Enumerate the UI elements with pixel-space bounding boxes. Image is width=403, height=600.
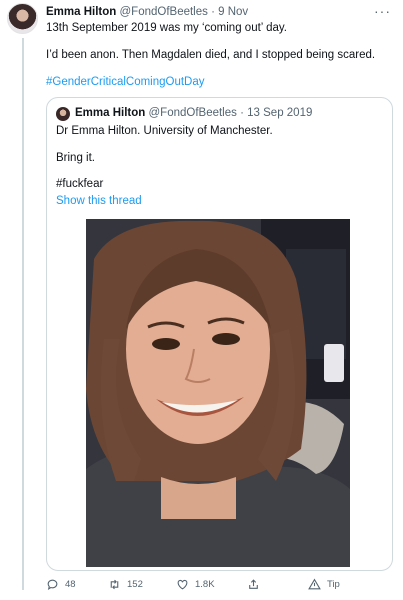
quoted-tweet-header: Emma Hilton @FondOfBeetles · 13 Sep 2019 xyxy=(75,107,312,119)
more-options-button[interactable]: ··· xyxy=(374,3,391,19)
tweet-header: Emma Hilton @FondOfBeetles · 9 Nov xyxy=(46,6,248,18)
quoted-author-handle: @FondOfBeetles xyxy=(148,107,237,119)
share-icon xyxy=(249,579,258,589)
tweet-photo[interactable] xyxy=(86,219,350,567)
quoted-tweet[interactable]: Emma Hilton @FondOfBeetles · 13 Sep 2019… xyxy=(46,97,393,571)
like-count: 1.8K xyxy=(195,579,215,590)
quoted-date: 13 Sep 2019 xyxy=(247,107,313,119)
quoted-date-separator: · xyxy=(240,107,244,119)
tip-label: Tip xyxy=(327,579,340,590)
author-avatar[interactable] xyxy=(7,3,38,34)
tweet-text-line-1: 13th September 2019 was my ‘coming out’ … xyxy=(46,22,287,34)
quoted-author-avatar xyxy=(56,107,70,121)
quoted-text-line-2: Bring it. xyxy=(56,152,95,164)
tweet-text-line-2: I’d been anon. Then Magdalen died, and I… xyxy=(46,49,376,61)
reply-icon xyxy=(47,579,58,590)
show-thread-link[interactable]: Show this thread xyxy=(56,195,142,207)
hashtag-link[interactable]: #GenderCriticalComingOutDay xyxy=(46,76,205,88)
quoted-author-name: Emma Hilton xyxy=(75,107,146,119)
share-button[interactable] xyxy=(247,578,260,591)
like-button[interactable]: 1.8K xyxy=(176,578,215,591)
reply-button[interactable]: 48 xyxy=(46,578,76,591)
reply-count: 48 xyxy=(65,579,76,590)
quoted-hashtag: #fuckfear xyxy=(56,178,104,190)
date-separator: · xyxy=(211,6,215,18)
thread-line xyxy=(22,38,24,590)
selfie-image xyxy=(86,219,350,567)
tip-icon xyxy=(308,578,321,590)
tweet-actions: 48 152 1.8K Tip xyxy=(46,578,393,596)
author-handle[interactable]: @FondOfBeetles xyxy=(120,6,208,18)
heart-icon xyxy=(177,579,188,590)
retweet-icon xyxy=(110,579,119,590)
retweet-button[interactable]: 152 xyxy=(108,578,143,591)
author-name[interactable]: Emma Hilton xyxy=(46,6,116,18)
tweet: Emma Hilton @FondOfBeetles · 9 Nov ··· 1… xyxy=(0,0,403,600)
quoted-text-line-1: Dr Emma Hilton. University of Manchester… xyxy=(56,125,273,137)
retweet-count: 152 xyxy=(127,579,143,590)
tip-button[interactable]: Tip xyxy=(308,578,340,591)
tweet-date[interactable]: 9 Nov xyxy=(218,6,248,18)
